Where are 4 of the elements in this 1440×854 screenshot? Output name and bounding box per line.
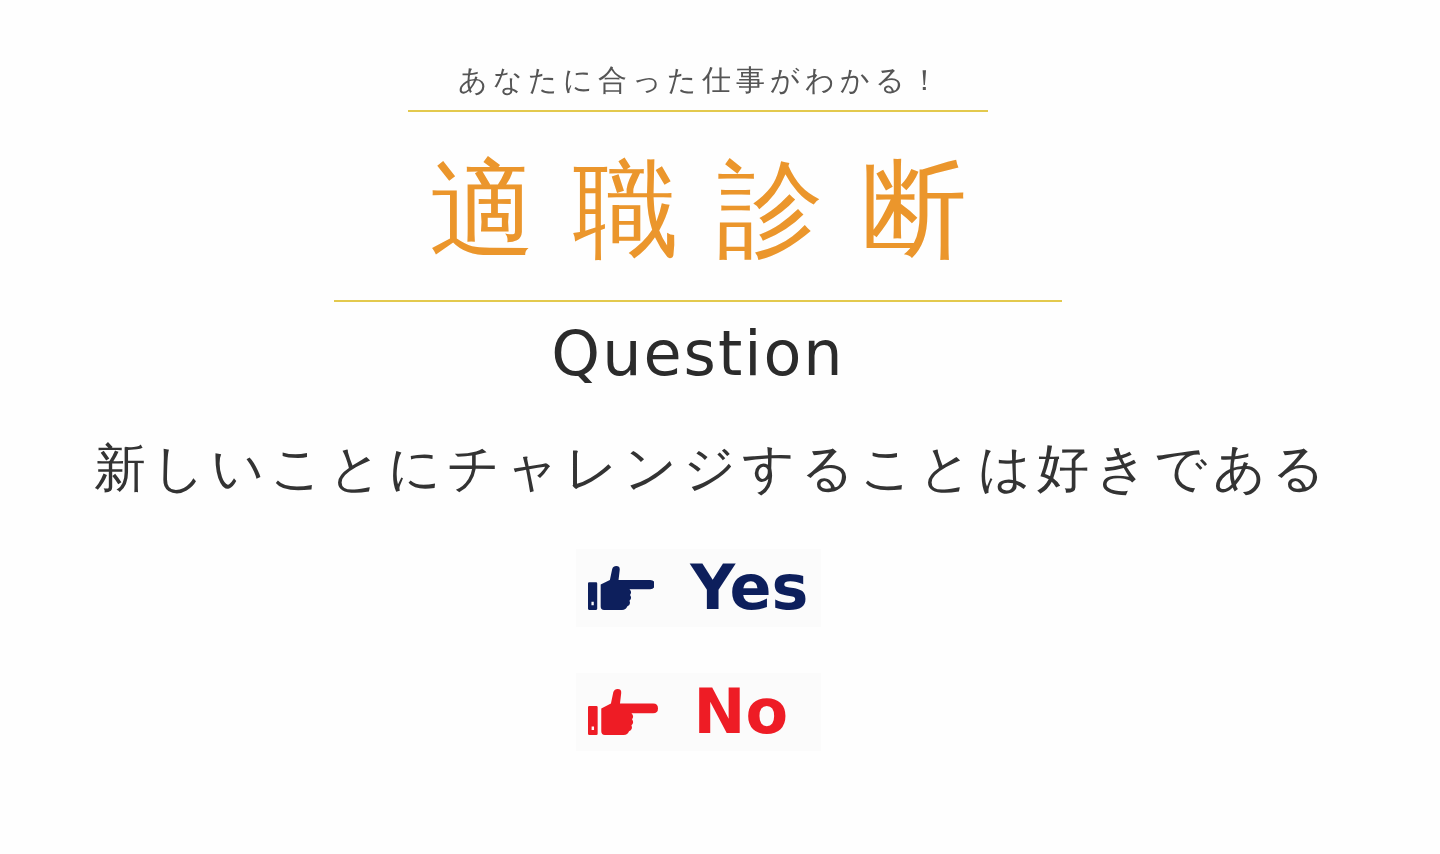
page-title: 適職診断 [429,150,1005,270]
question-label: Question [551,316,845,392]
question-text: 新しいことにチャレンジすることは好きである [93,437,1331,500]
tagline: あなたに合った仕事がわかる！ [457,62,944,99]
